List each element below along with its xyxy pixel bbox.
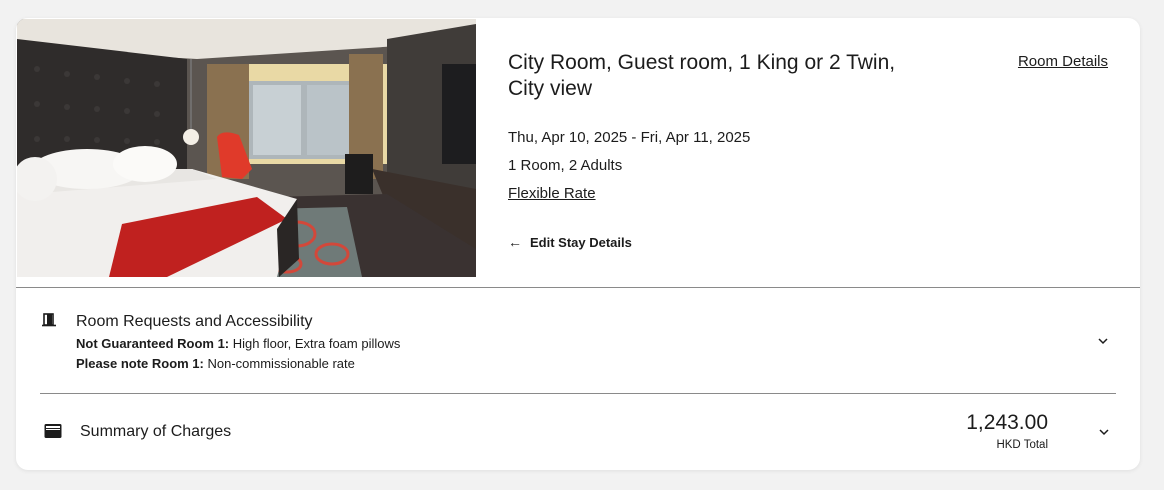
request-line-note: Please note Room 1: Non-commissionable r… [76, 356, 355, 371]
summary-of-charges-title: Summary of Charges [80, 423, 232, 440]
request-line-label: Please note Room 1: [76, 356, 204, 371]
total-amount: 1,243.00 [966, 411, 1048, 434]
total-currency-label: HKD Total [996, 439, 1048, 451]
door-icon [42, 313, 56, 327]
room-requests-title: Room Requests and Accessibility [76, 313, 313, 330]
edit-stay-button[interactable]: ← Edit Stay Details [508, 234, 632, 250]
room-title: City Room, Guest room, 1 King or 2 Twin,… [508, 51, 896, 100]
request-line-not-guaranteed: Not Guaranteed Room 1: High floor, Extra… [76, 336, 400, 351]
arrow-left-icon: ← [508, 234, 522, 250]
room-details-link[interactable]: Room Details [1018, 53, 1108, 70]
chevron-down-icon[interactable] [1097, 335, 1109, 347]
reservation-card: City Room, Guest room, 1 King or 2 Twin,… [16, 18, 1140, 470]
room-photo-image [17, 19, 476, 277]
request-line-value: Non-commissionable rate [203, 356, 355, 371]
occupancy: 1 Room, 2 Adults [508, 157, 623, 174]
request-line-value: High floor, Extra foam pillows [229, 336, 401, 351]
request-line-label: Not Guaranteed Room 1: [76, 336, 230, 351]
room-summary: City Room, Guest room, 1 King or 2 Twin,… [16, 18, 1140, 288]
edit-stay-label: Edit Stay Details [530, 234, 632, 250]
rate-link[interactable]: Flexible Rate [508, 185, 596, 202]
room-info: City Room, Guest room, 1 King or 2 Twin,… [508, 18, 1128, 288]
room-photo [17, 19, 476, 277]
wallet-icon [44, 424, 62, 438]
chevron-down-icon[interactable] [1098, 426, 1110, 438]
stay-dates: Thu, Apr 10, 2025 - Fri, Apr 11, 2025 [508, 129, 751, 146]
summary-of-charges-section[interactable]: Summary of Charges 1,243.00 HKD Total [16, 394, 1140, 470]
room-requests-section[interactable]: Room Requests and Accessibility Not Guar… [16, 288, 1140, 393]
